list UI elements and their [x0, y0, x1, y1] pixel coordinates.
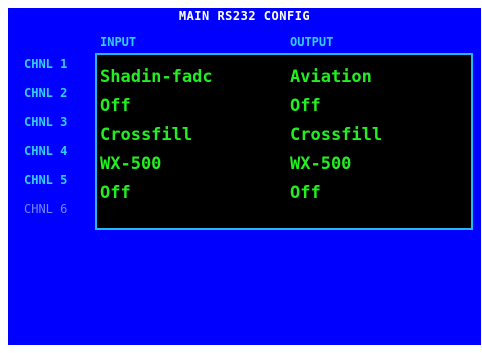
input-column-header: INPUT: [100, 35, 137, 49]
channel-label-2[interactable]: CHNL 2: [24, 83, 94, 103]
config-screen: MAIN RS232 CONFIG INPUT OUTPUT CHNL 1 CH…: [8, 8, 481, 345]
channel-4-input-value[interactable]: WX-500: [100, 150, 285, 178]
channel-config-panel: Shadin-fadc Aviation Off Off Crossfill C…: [95, 53, 473, 230]
channel-label-4[interactable]: CHNL 4: [24, 141, 94, 161]
channel-5-input-value[interactable]: Off: [100, 179, 285, 207]
channel-label-5[interactable]: CHNL 5: [24, 170, 94, 190]
channel-6-output-value: [290, 208, 470, 236]
page-title: MAIN RS232 CONFIG: [178, 9, 311, 23]
channel-2-output-value[interactable]: Off: [290, 92, 470, 120]
channel-label-3[interactable]: CHNL 3: [24, 112, 94, 132]
channel-label-6: CHNL 6: [24, 202, 68, 216]
channel-3-input-value[interactable]: Crossfill: [100, 121, 285, 149]
output-column-header: OUTPUT: [290, 35, 334, 49]
channel-label-1[interactable]: CHNL 1: [24, 54, 94, 74]
channel-1-output-value[interactable]: Aviation: [290, 63, 470, 91]
channel-5-output-value[interactable]: Off: [290, 179, 470, 207]
channel-1-input-value[interactable]: Shadin-fadc: [100, 63, 285, 91]
channel-6-input-value: [100, 208, 285, 236]
channel-4-output-value[interactable]: WX-500: [290, 150, 470, 178]
channel-3-output-value[interactable]: Crossfill: [290, 121, 470, 149]
channel-2-input-value[interactable]: Off: [100, 92, 285, 120]
